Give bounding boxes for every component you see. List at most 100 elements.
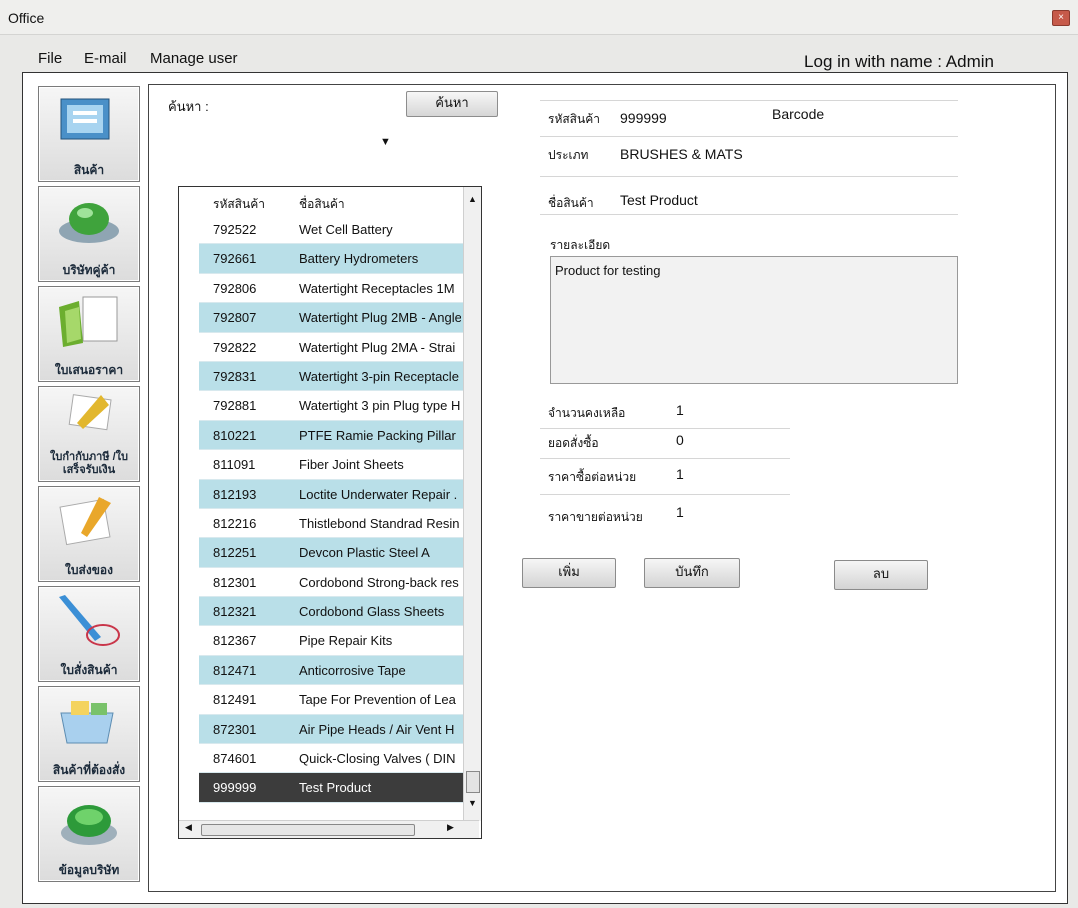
login-status: Log in with name : Admin (804, 52, 994, 71)
table-row[interactable]: 810221 PTFE Ramie Packing Pillar (199, 420, 464, 451)
table-row[interactable]: 812471 Anticorrosive Tape (199, 655, 464, 686)
sidebar-item-quotation[interactable]: ใบเสนอราคา (38, 286, 140, 382)
buy-price-value[interactable]: 1 (676, 466, 684, 482)
table-row[interactable]: 812216 Thistlebond Standrad Resin (199, 509, 464, 539)
product-name-cell: Cordobond Glass Sheets (299, 604, 445, 620)
scroll-down-icon[interactable]: ▼ (464, 795, 481, 811)
ordered-label: ยอดสั่งซื้อ (548, 436, 599, 450)
delete-button[interactable]: ลบ (834, 560, 928, 590)
scroll-thumb[interactable] (201, 824, 415, 836)
table-row[interactable]: 874601 Quick-Closing Valves ( DIN (199, 744, 464, 774)
product-icon (60, 98, 110, 140)
buy-price-label: ราคาซื้อต่อหน่วย (548, 470, 637, 484)
ordered-value[interactable]: 0 (676, 432, 684, 448)
sell-price-value[interactable]: 1 (676, 504, 684, 520)
product-code-cell: 812251 (213, 545, 257, 561)
product-code-cell: 810221 (213, 427, 257, 443)
product-name-cell: Thistlebond Standrad Resin (299, 515, 460, 531)
table-row[interactable]: 792806 Watertight Receptacles 1M (199, 274, 464, 304)
table-row[interactable]: 792881 Watertight 3 pin Plug type H (199, 391, 464, 421)
sell-price-label: ราคาขายต่อหน่วย (548, 510, 643, 524)
divider (540, 100, 958, 101)
table-row[interactable]: 792807 Watertight Plug 2MB - Angle (199, 303, 464, 333)
name-value[interactable]: Test Product (620, 192, 698, 208)
sidebar-item-label: สินค้า (73, 163, 105, 177)
items-to-order-icon (60, 701, 114, 744)
search-label: ค้นหา : (168, 99, 209, 114)
title-bar: Office × (0, 0, 1078, 35)
table-row[interactable]: 812193 Loctite Underwater Repair . (199, 479, 464, 509)
add-button[interactable]: เพิ่ม (522, 558, 616, 588)
sidebar-item-invoice[interactable]: ใบกำกับภาษี /ใบเสร็จรับเงิน (38, 386, 140, 482)
product-name-cell: Loctite Underwater Repair . (299, 486, 458, 502)
invoice-icon (68, 394, 112, 431)
sidebar-item-items-to-order[interactable]: สินค้าที่ต้องสั่ง (38, 686, 140, 782)
horizontal-scrollbar[interactable]: ◀ ▶ (179, 820, 479, 838)
table-row[interactable]: 999999 Test Product (199, 773, 464, 803)
product-name-cell: Fiber Joint Sheets (299, 457, 404, 473)
product-list[interactable]: รหัสสินค้า ชื่อสินค้า 792522 Wet Cell Bat… (178, 186, 482, 839)
close-button[interactable]: × (1052, 10, 1070, 26)
table-row[interactable]: 792522 Wet Cell Battery (199, 215, 464, 245)
scroll-left-icon[interactable]: ◀ (185, 822, 192, 833)
table-row[interactable]: 812367 Pipe Repair Kits (199, 626, 464, 656)
sidebar-item-company-info[interactable]: ข้อมูลบริษัท (38, 786, 140, 882)
menu-manage-user[interactable]: Manage user (150, 50, 238, 67)
stock-value[interactable]: 1 (676, 402, 684, 418)
chevron-down-icon[interactable]: ▼ (380, 136, 391, 148)
product-code-cell: 792881 (213, 398, 257, 414)
product-name-cell: Watertight Plug 2MB - Angle (299, 310, 461, 326)
quotation-icon (59, 296, 118, 347)
purchase-order-icon (59, 595, 120, 646)
divider (540, 494, 790, 495)
product-name-cell: Wet Cell Battery (299, 222, 393, 237)
divider (540, 458, 790, 459)
sidebar-item-label: ข้อมูลบริษัท (58, 863, 120, 877)
close-icon: × (1058, 12, 1064, 23)
scroll-thumb[interactable] (466, 771, 480, 793)
menu-email[interactable]: E-mail (84, 50, 127, 67)
product-name-cell: Pipe Repair Kits (299, 633, 393, 649)
product-code-cell: 811091 (213, 457, 256, 473)
table-row[interactable]: 872301 Air Pipe Heads / Air Vent H (199, 714, 464, 745)
table-row[interactable]: 812251 Devcon Plastic Steel A (199, 538, 464, 568)
table-row[interactable]: 812491 Tape For Prevention of Lea (199, 685, 464, 715)
table-row[interactable]: 792831 Watertight 3-pin Receptacle (199, 361, 464, 392)
product-code-cell: 792822 (213, 339, 257, 355)
list-rows: 792522 Wet Cell Battery 792661 Battery Hydr… (199, 215, 464, 803)
sidebar-item-label: ใบเสนอราคา (54, 363, 124, 377)
vertical-scrollbar[interactable]: ▲ ▼ (463, 187, 481, 821)
delivery-note-icon (59, 497, 111, 546)
code-value[interactable]: 999999 (620, 110, 667, 126)
sidebar-item-purchase-order[interactable]: ใบสั่งสินค้า (38, 586, 140, 682)
product-name-cell: Quick-Closing Valves ( DIN (299, 751, 456, 767)
sidebar-item-partners[interactable]: บริษัทคู่ค้า (38, 186, 140, 282)
product-code-cell: 812216 (213, 515, 257, 531)
menu-file[interactable]: File (38, 50, 62, 67)
product-name-cell: Tape For Prevention of Lea (299, 692, 456, 708)
sidebar-item-label: ใบส่งของ (65, 563, 113, 577)
code-label: รหัสสินค้า (548, 112, 600, 126)
category-value[interactable]: BRUSHES & MATS (620, 146, 743, 162)
search-button[interactable]: ค้นหา (406, 91, 498, 117)
scroll-right-icon[interactable]: ▶ (447, 822, 454, 833)
save-button[interactable]: บันทึก (644, 558, 740, 588)
divider (540, 136, 958, 137)
description-textarea[interactable]: Product for testing (550, 256, 958, 384)
table-row[interactable]: 811091 Fiber Joint Sheets (199, 450, 464, 480)
table-row[interactable]: 812321 Cordobond Glass Sheets (199, 597, 464, 627)
table-row[interactable]: 792822 Watertight Plug 2MA - Strai (199, 333, 464, 362)
table-row[interactable]: 792661 Battery Hydrometers (199, 244, 464, 274)
scroll-up-icon[interactable]: ▲ (464, 191, 481, 207)
column-header-code: รหัสสินค้า (213, 197, 265, 211)
product-code-cell: 792806 (213, 280, 257, 296)
table-row[interactable]: 812301 Cordobond Strong-back res (199, 568, 464, 598)
product-name-cell: Watertight Receptacles 1M (299, 280, 455, 296)
product-code-cell: 812491 (213, 692, 257, 708)
product-name-cell: Air Pipe Heads / Air Vent H (299, 721, 455, 737)
company-info-icon (61, 805, 117, 845)
sidebar-item-delivery[interactable]: ใบส่งของ (38, 486, 140, 582)
sidebar-item-products[interactable]: สินค้า (38, 86, 140, 182)
product-name-cell: Test Product (299, 780, 372, 796)
barcode-label: Barcode (772, 106, 825, 122)
